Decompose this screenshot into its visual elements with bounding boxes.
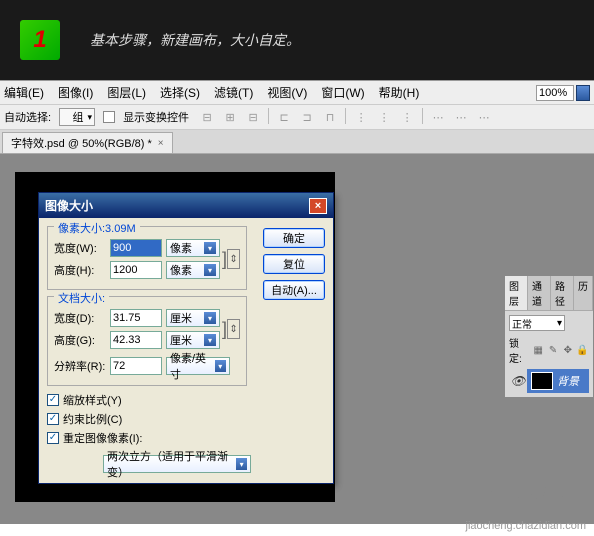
resolution-unit[interactable]: 像素/英寸▾ — [166, 357, 230, 375]
watermark-url: jiaocheng.chazidian.com — [466, 520, 586, 532]
pixel-dimensions-legend: 像素大小:3.09M — [54, 220, 140, 236]
zoom-input[interactable] — [536, 85, 574, 101]
doc-height-label: 高度(G): — [54, 332, 106, 348]
menu-image[interactable]: 图像(I) — [58, 84, 93, 101]
align-icon[interactable]: ⊓ — [320, 108, 340, 126]
layer-name: 背景 — [557, 373, 579, 389]
reset-button[interactable]: 复位 — [263, 254, 325, 274]
document-tab[interactable]: 字特效.psd @ 50%(RGB/8) * × — [2, 132, 173, 153]
lock-all-icon[interactable]: 🔒 — [576, 343, 589, 357]
tutorial-banner: 1 基本步骤，新建画布，大小自定。 — [0, 0, 594, 80]
options-bar: 自动选择: 组 显示变换控件 ⊟ ⊞ ⊟ ⊏ ⊐ ⊓ ⋮ ⋮ ⋮ ⋯ ⋯ ⋯ — [0, 105, 594, 130]
doc-width-label: 宽度(D): — [54, 310, 106, 326]
doc-height-input[interactable] — [110, 331, 162, 349]
lock-label: 锁定: — [509, 335, 530, 365]
distribute-icon[interactable]: ⋮ — [397, 108, 417, 126]
auto-select-dropdown[interactable]: 组 — [59, 108, 95, 126]
step-number-badge: 1 — [20, 20, 60, 60]
tab-paths[interactable]: 路径 — [551, 276, 574, 310]
align-icon[interactable]: ⊟ — [197, 108, 217, 126]
menu-window[interactable]: 窗口(W) — [321, 84, 364, 101]
close-button[interactable]: × — [309, 198, 327, 214]
separator — [422, 108, 423, 124]
pixel-height-input[interactable] — [110, 261, 162, 279]
doc-width-input[interactable] — [110, 309, 162, 327]
step-description: 基本步骤，新建画布，大小自定。 — [90, 30, 300, 50]
height-label: 高度(H): — [54, 262, 106, 278]
scale-styles-label: 缩放样式(Y) — [63, 392, 122, 408]
resample-method-dropdown[interactable]: 两次立方（适用于平滑渐变）▾ — [103, 455, 251, 473]
link-icon[interactable]: ⇕ — [227, 319, 240, 339]
lock-move-icon[interactable]: ✥ — [561, 343, 574, 357]
zoom-control — [536, 84, 590, 101]
tab-history[interactable]: 历 — [574, 276, 593, 310]
lock-transparency-icon[interactable]: ▦ — [532, 343, 545, 357]
doc-width-unit[interactable]: 厘米▾ — [166, 309, 220, 327]
menu-view[interactable]: 视图(V) — [267, 84, 307, 101]
ok-button[interactable]: 确定 — [263, 228, 325, 248]
transform-checkbox[interactable] — [103, 111, 115, 123]
transform-label: 显示变换控件 — [123, 109, 189, 125]
menu-help[interactable]: 帮助(H) — [379, 84, 420, 101]
auto-select-label: 自动选择: — [4, 109, 51, 125]
distribute-icon[interactable]: ⋯ — [451, 108, 471, 126]
watermark-title: 查字典 教程网 — [482, 484, 570, 504]
constrain-label: 约束比例(C) — [63, 411, 122, 427]
layer-thumbnail[interactable] — [531, 372, 553, 390]
constrain-checkbox[interactable] — [47, 413, 59, 425]
distribute-icon[interactable]: ⋯ — [428, 108, 448, 126]
distribute-icon[interactable]: ⋮ — [351, 108, 371, 126]
distribute-icon[interactable]: ⋯ — [474, 108, 494, 126]
width-label: 宽度(W): — [54, 240, 106, 256]
watermark: 查字典 教程网 jiaocheng.chazidian.com — [466, 484, 586, 532]
menu-select[interactable]: 选择(S) — [160, 84, 200, 101]
tab-layers[interactable]: 图层 — [505, 276, 528, 310]
menu-layer[interactable]: 图层(L) — [107, 84, 146, 101]
align-icon[interactable]: ⊞ — [220, 108, 240, 126]
blend-mode-dropdown[interactable]: 正常▾ — [509, 315, 565, 331]
align-icon[interactable]: ⊐ — [297, 108, 317, 126]
close-icon[interactable]: × — [158, 138, 164, 149]
resolution-label: 分辨率(R): — [54, 358, 106, 374]
dialog-title: 图像大小 — [45, 197, 93, 214]
document-size-legend: 文档大小: — [54, 290, 109, 306]
dialog-titlebar[interactable]: 图像大小 × — [39, 193, 333, 218]
separator — [268, 108, 269, 124]
layer-row[interactable]: 👁 背景 — [509, 369, 589, 393]
image-size-dialog: 图像大小 × 确定 复位 自动(A)... 像素大小:3.09M 宽度(W): … — [38, 192, 334, 484]
lock-brush-icon[interactable]: ✎ — [547, 343, 560, 357]
resample-label: 重定图像像素(I): — [63, 430, 142, 446]
align-icon[interactable]: ⊟ — [243, 108, 263, 126]
resample-checkbox[interactable] — [47, 432, 59, 444]
document-tab-strip: 字特效.psd @ 50%(RGB/8) * × — [0, 130, 594, 154]
doc-height-unit[interactable]: 厘米▾ — [166, 331, 220, 349]
menu-bar: 编辑(E) 图像(I) 图层(L) 选择(S) 滤镜(T) 视图(V) 窗口(W… — [0, 80, 594, 105]
separator — [345, 108, 346, 124]
pixel-height-unit[interactable]: 像素▾ — [166, 261, 220, 279]
tab-channels[interactable]: 通道 — [528, 276, 551, 310]
visibility-icon[interactable]: 👁 — [509, 369, 527, 393]
panels-dock: 图层 通道 路径 历 正常▾ 锁定: ▦ ✎ ✥ 🔒 👁 背景 — [504, 275, 594, 398]
align-icon[interactable]: ⊏ — [274, 108, 294, 126]
menu-filter[interactable]: 滤镜(T) — [214, 84, 253, 101]
pixel-width-unit[interactable]: 像素▾ — [166, 239, 220, 257]
align-toolbar: ⊟ ⊞ ⊟ ⊏ ⊐ ⊓ ⋮ ⋮ ⋮ ⋯ ⋯ ⋯ — [197, 108, 494, 126]
zoom-dropdown[interactable] — [576, 85, 590, 101]
scale-styles-checkbox[interactable] — [47, 394, 59, 406]
link-icon[interactable]: ⇕ — [227, 249, 240, 269]
distribute-icon[interactable]: ⋮ — [374, 108, 394, 126]
auto-button[interactable]: 自动(A)... — [263, 280, 325, 300]
resolution-input[interactable] — [110, 357, 162, 375]
document-tab-title: 字特效.psd @ 50%(RGB/8) * — [11, 135, 152, 151]
pixel-width-input[interactable] — [110, 239, 162, 257]
menu-edit[interactable]: 编辑(E) — [4, 84, 44, 101]
